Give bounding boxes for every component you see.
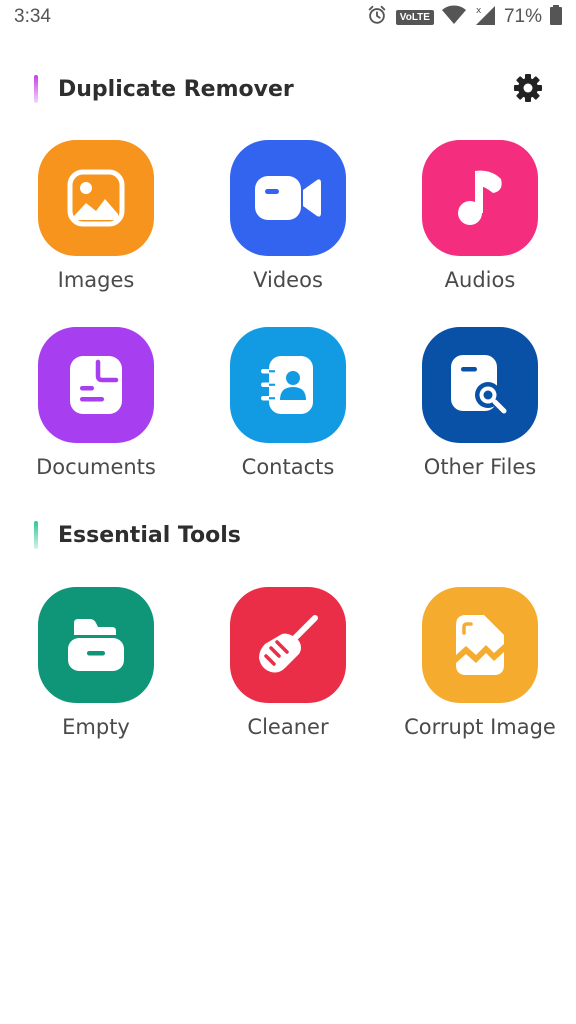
settings-button[interactable]: [512, 72, 544, 104]
document-icon: [70, 356, 122, 414]
broom-icon: [259, 615, 318, 673]
tile-label: Cleaner: [247, 715, 329, 739]
section-accent-bar: [34, 75, 38, 103]
tile-label: Other Files: [423, 455, 537, 479]
tile-empty[interactable]: Empty: [6, 587, 186, 739]
image-icon: [67, 169, 125, 227]
tile-documents[interactable]: Documents: [6, 327, 186, 479]
essential-tools-header: Essential Tools: [34, 521, 241, 549]
tile-label: Images: [57, 268, 135, 292]
status-time: 3:34: [14, 6, 51, 27]
empty-button[interactable]: [38, 587, 154, 703]
tile-contacts[interactable]: Contacts: [198, 327, 378, 479]
other-files-button[interactable]: [422, 327, 538, 443]
images-button[interactable]: [38, 140, 154, 256]
tile-label: Contacts: [241, 455, 335, 479]
music-icon: [458, 170, 502, 225]
alarm-icon: [366, 4, 388, 30]
tile-images[interactable]: Images: [6, 140, 186, 292]
volte-icon: VoLTE: [395, 9, 434, 25]
gear-icon: [514, 74, 542, 102]
videos-button[interactable]: [230, 140, 346, 256]
contacts-icon: [261, 356, 313, 414]
tile-label: Empty: [62, 715, 130, 739]
section-accent-bar: [34, 521, 38, 549]
section-title: Duplicate Remover: [58, 76, 294, 102]
wifi-icon: [441, 5, 466, 29]
tile-videos[interactable]: Videos: [198, 140, 378, 292]
video-icon: [255, 176, 321, 220]
tile-label: Documents: [36, 455, 156, 479]
section-title: Essential Tools: [58, 522, 241, 548]
contacts-button[interactable]: [230, 327, 346, 443]
battery-icon: [550, 5, 562, 29]
tile-audios[interactable]: Audios: [390, 140, 570, 292]
svg-text:x: x: [476, 6, 482, 16]
status-icons: VoLTE x 71%: [366, 5, 562, 29]
tile-label: Audios: [444, 268, 516, 292]
tile-cleaner[interactable]: Cleaner: [198, 587, 378, 739]
documents-button[interactable]: [38, 327, 154, 443]
tile-label: Videos: [253, 268, 323, 292]
corrupt-image-button[interactable]: [422, 587, 538, 703]
audios-button[interactable]: [422, 140, 538, 256]
cleaner-button[interactable]: [230, 587, 346, 703]
battery-percent: 71%: [503, 6, 542, 27]
tile-corrupt-image[interactable]: Corrupt Image: [390, 587, 570, 739]
tile-other-files[interactable]: Other Files: [390, 327, 570, 479]
file-search-icon: [451, 355, 507, 414]
duplicate-remover-header: Duplicate Remover: [34, 75, 294, 103]
signal-icon: x: [474, 4, 496, 30]
status-bar: 3:34 VoLTE x 71%: [0, 0, 576, 36]
empty-folder-icon: [68, 619, 124, 671]
corrupt-image-icon: [456, 615, 504, 675]
tile-label: Corrupt Image: [404, 715, 556, 739]
